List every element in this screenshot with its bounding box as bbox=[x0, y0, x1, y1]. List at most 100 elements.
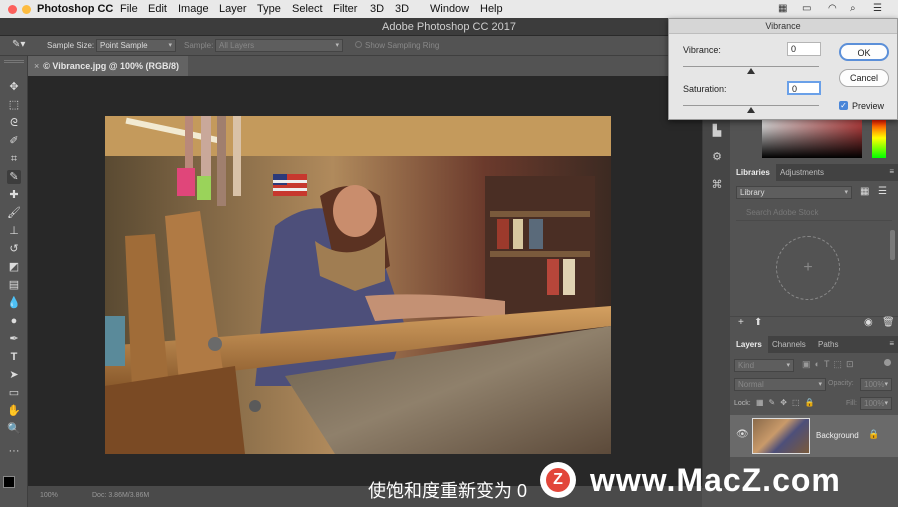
document-image[interactable] bbox=[105, 116, 611, 454]
crop-tool-icon[interactable]: ⌗ bbox=[7, 152, 21, 166]
search-icon[interactable]: ⌕ bbox=[850, 3, 856, 14]
layers-panel-menu-icon[interactable]: ≡ bbox=[889, 339, 894, 348]
brush-tool-icon[interactable]: 🖌 bbox=[7, 206, 21, 220]
menu-window[interactable]: Window bbox=[430, 3, 469, 15]
cancel-button[interactable]: Cancel bbox=[839, 69, 889, 87]
sample-value: All Layers bbox=[219, 41, 255, 50]
shape-tool-icon[interactable]: ▭ bbox=[7, 386, 21, 400]
path-select-tool-icon[interactable]: ➤ bbox=[7, 368, 21, 382]
quick-select-tool-icon[interactable]: ✐ bbox=[7, 134, 21, 148]
zoom-tool-icon[interactable]: 🔍 bbox=[7, 422, 21, 436]
show-ring-checkbox[interactable] bbox=[355, 41, 362, 48]
menu-help[interactable]: Help bbox=[480, 3, 503, 15]
vibrance-input[interactable]: 0 bbox=[787, 42, 821, 56]
wifi-icon[interactable]: ◠ bbox=[828, 3, 837, 14]
color-field[interactable] bbox=[762, 118, 862, 158]
layer-visibility-icon[interactable]: 👁 bbox=[736, 429, 749, 440]
stock-search-input[interactable]: Search Adobe Stock bbox=[736, 208, 892, 221]
library-select-value: Library bbox=[740, 188, 765, 197]
healing-brush-tool-icon[interactable]: ✚ bbox=[7, 188, 21, 202]
gradient-tool-icon[interactable]: ▤ bbox=[7, 278, 21, 292]
fill-field[interactable]: 100% bbox=[860, 397, 892, 410]
eyedropper-preset-icon[interactable]: ✎▾ bbox=[12, 39, 25, 50]
menu-layer[interactable]: Layer bbox=[219, 3, 247, 15]
sample-size-value: Point Sample bbox=[100, 41, 148, 50]
libraries-panel-menu-icon[interactable]: ≡ bbox=[889, 167, 894, 176]
menu-filter[interactable]: Filter bbox=[333, 3, 357, 15]
trash-icon[interactable]: 🗑 bbox=[882, 317, 895, 328]
stock-icon[interactable]: ◉ bbox=[864, 317, 873, 328]
macz-logo-letter: Z bbox=[546, 468, 570, 492]
grid-icon[interactable]: ▦ bbox=[778, 3, 787, 14]
menu-edit[interactable]: Edit bbox=[148, 3, 167, 15]
eyedropper-tool-icon[interactable]: ✎ bbox=[7, 170, 21, 184]
add-content-icon[interactable]: + bbox=[738, 317, 744, 328]
saturation-slider-thumb[interactable] bbox=[747, 107, 755, 113]
menu-3d[interactable]: 3D bbox=[370, 3, 384, 15]
history-brush-tool-icon[interactable]: ↺ bbox=[7, 242, 21, 256]
vibrance-slider-thumb[interactable] bbox=[747, 68, 755, 74]
blend-mode-select[interactable]: Normal bbox=[734, 378, 826, 391]
panel-icon-column: ▙ ⚙ ⌘ bbox=[702, 118, 730, 488]
toolbar-grip[interactable] bbox=[4, 60, 24, 63]
paragraph-styles-icon[interactable]: ⌘ bbox=[710, 178, 724, 192]
tab-paths[interactable]: Paths bbox=[812, 336, 844, 353]
hand-tool-icon[interactable]: ✋ bbox=[7, 404, 21, 418]
opacity-field[interactable]: 100% bbox=[860, 378, 892, 391]
saturation-value: 0 bbox=[792, 84, 798, 94]
type-tool-icon[interactable]: T bbox=[7, 350, 21, 364]
sample-size-select[interactable]: Point Sample bbox=[96, 39, 176, 52]
list-view-icon[interactable]: ☰ bbox=[878, 186, 887, 197]
libraries-scrollbar[interactable] bbox=[890, 230, 895, 260]
weaving-photo bbox=[105, 116, 611, 454]
display-icon[interactable]: ▭ bbox=[802, 3, 811, 14]
lasso-tool-icon[interactable]: ᘓ bbox=[7, 116, 21, 130]
blur-tool-icon[interactable]: 💧 bbox=[7, 296, 21, 310]
tab-libraries[interactable]: Libraries bbox=[730, 164, 776, 181]
layer-filter-icons[interactable]: ▣◐T⬚⊡ bbox=[802, 359, 857, 370]
move-tool-icon[interactable]: ✥ bbox=[7, 80, 21, 94]
menu-file[interactable]: File bbox=[120, 3, 138, 15]
tab-adjustments[interactable]: Adjustments bbox=[774, 164, 830, 181]
library-select[interactable]: Library bbox=[736, 186, 852, 199]
sample-select[interactable]: All Layers bbox=[215, 39, 343, 52]
layer-name: Background bbox=[816, 431, 859, 440]
pen-tool-icon[interactable]: ✒ bbox=[7, 332, 21, 346]
notifications-icon[interactable]: ☰ bbox=[873, 3, 882, 14]
menu-app-name[interactable]: Photoshop CC bbox=[37, 3, 113, 15]
layer-kind-filter[interactable]: Kind bbox=[734, 359, 794, 372]
document-tab-label: © Vibrance.jpg @ 100% (RGB/8) bbox=[43, 61, 180, 71]
stamp-tool-icon[interactable]: ⊥ bbox=[7, 224, 21, 238]
properties-icon[interactable]: ⚙ bbox=[710, 150, 724, 164]
menu-image[interactable]: Image bbox=[178, 3, 209, 15]
grid-view-icon[interactable]: ▦ bbox=[860, 186, 869, 197]
vibrance-slider-track[interactable] bbox=[683, 66, 819, 67]
document-tab[interactable]: × © Vibrance.jpg @ 100% (RGB/8) bbox=[28, 56, 188, 76]
preview-checkbox[interactable]: ✓ bbox=[839, 101, 848, 110]
close-tab-icon[interactable]: × bbox=[34, 61, 39, 71]
saturation-slider-track[interactable] bbox=[683, 105, 819, 106]
more-tools-icon[interactable]: ··· bbox=[7, 444, 21, 458]
minimize-window-icon[interactable] bbox=[22, 5, 31, 14]
marquee-tool-icon[interactable]: ⬚ bbox=[7, 98, 21, 112]
hue-slider[interactable] bbox=[872, 118, 886, 158]
tab-channels[interactable]: Channels bbox=[766, 336, 812, 353]
add-library-icon[interactable]: + bbox=[776, 236, 840, 300]
menu-view[interactable]: 3D bbox=[395, 3, 409, 15]
dodge-tool-icon[interactable]: ● bbox=[7, 314, 21, 328]
close-window-icon[interactable] bbox=[8, 5, 17, 14]
histogram-icon[interactable]: ▙ bbox=[710, 124, 724, 138]
fill-value: 100% bbox=[864, 399, 885, 408]
menu-select[interactable]: Select bbox=[292, 3, 323, 15]
layer-thumbnail bbox=[752, 418, 810, 454]
lock-icons[interactable]: ▦✎✥⬚🔒 bbox=[756, 398, 819, 407]
tab-layers[interactable]: Layers bbox=[730, 336, 768, 353]
filter-toggle-icon[interactable] bbox=[884, 359, 891, 366]
layer-row[interactable]: 👁 Background 🔒 bbox=[730, 415, 898, 457]
ok-button[interactable]: OK bbox=[839, 43, 889, 61]
upload-icon[interactable]: ⬆ bbox=[754, 317, 762, 328]
eraser-tool-icon[interactable]: ◩ bbox=[7, 260, 21, 274]
sample-label: Sample: bbox=[184, 41, 214, 50]
saturation-input[interactable]: 0 bbox=[787, 81, 821, 95]
menu-type[interactable]: Type bbox=[257, 3, 281, 15]
